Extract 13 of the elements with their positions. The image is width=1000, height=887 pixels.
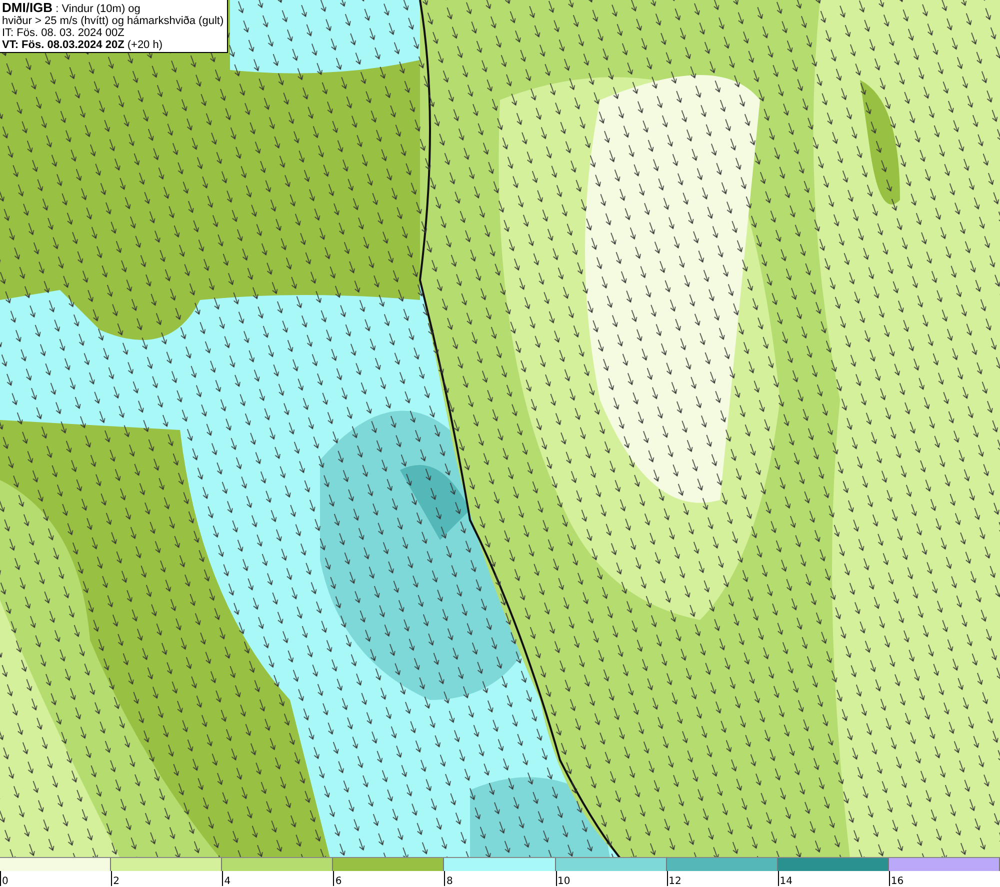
legend-label: 12 — [668, 876, 682, 887]
info-line: DMI/IGB : Vindur (10m) og — [2, 2, 142, 15]
legend-label: 0 — [1, 876, 8, 887]
legend-label: 16 — [890, 876, 904, 887]
legend-label: 8 — [445, 876, 453, 887]
legend-label: 14 — [778, 876, 792, 887]
info-line: hviður > 25 m/s (hvítt) og hámarkshviða (gult) — [2, 15, 224, 27]
info-line: VT: Fös. 08.03.2024 20Z (+20 h) — [2, 39, 164, 51]
legend-label: 4 — [223, 876, 231, 887]
info-line: IT: Fös. 08. 03. 2024 00Z — [2, 27, 126, 39]
legend-label: 6 — [334, 876, 342, 887]
legend-label: 2 — [112, 876, 120, 887]
legend-label: 10 — [556, 876, 570, 887]
